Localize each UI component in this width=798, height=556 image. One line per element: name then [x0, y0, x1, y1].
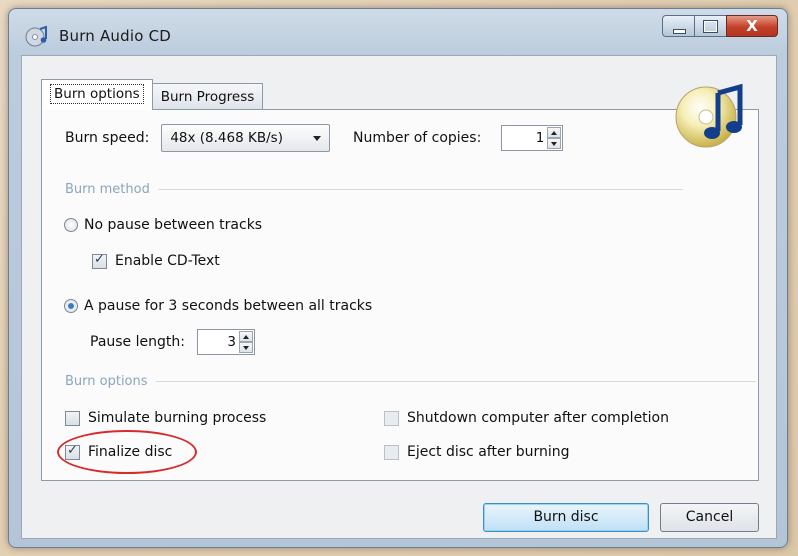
burn-disc-button[interactable]: Burn disc: [483, 503, 649, 532]
no-pause-label: No pause between tracks: [84, 217, 263, 233]
cd-app-icon: [25, 25, 47, 47]
pause-length-down-button[interactable]: [238, 342, 253, 353]
tab-burn-progress-label: Burn Progress: [160, 89, 255, 105]
pause-length-up-button[interactable]: [238, 331, 253, 342]
close-icon: X: [746, 17, 758, 35]
group-divider: [157, 189, 683, 190]
eject-label: Eject disc after burning: [407, 444, 570, 460]
pause-label: A pause for 3 seconds between all tracks: [84, 298, 373, 314]
no-pause-radio[interactable]: [64, 218, 78, 232]
maximize-icon: [704, 21, 717, 32]
copies-down-button[interactable]: [547, 138, 562, 149]
finalize-highlight-circle: [57, 430, 197, 474]
maximize-button[interactable]: [694, 15, 726, 37]
cancel-button[interactable]: Cancel: [660, 503, 759, 532]
tab-burn-options[interactable]: Burn options: [41, 79, 153, 110]
cd-text-checkbox[interactable]: [92, 252, 107, 269]
burn-speed-select[interactable]: 48x (8.468 KB/s): [161, 124, 331, 152]
no-pause-option[interactable]: No pause between tracks: [64, 217, 262, 233]
close-button[interactable]: X: [726, 15, 778, 37]
shutdown-label: Shutdown computer after completion: [407, 410, 669, 426]
tab-burn-progress[interactable]: Burn Progress: [151, 83, 264, 110]
cd-music-icon: [675, 83, 743, 148]
burn-method-group-label: Burn method: [65, 182, 150, 197]
simulate-label: Simulate burning process: [88, 410, 267, 426]
burn-options-group-label: Burn options: [65, 374, 148, 389]
pause-length-row: Pause length: 3: [90, 329, 255, 355]
pause-option[interactable]: A pause for 3 seconds between all tracks: [64, 298, 372, 314]
window-title: Burn Audio CD: [59, 27, 172, 45]
burn-speed-row: Burn speed: 48x (8.468 KB/s): [65, 124, 331, 152]
cd-text-option[interactable]: Enable CD-Text: [92, 252, 220, 269]
copies-stepper[interactable]: 1: [501, 125, 564, 151]
simulate-checkbox[interactable]: [65, 410, 80, 426]
shutdown-option[interactable]: Shutdown computer after completion: [384, 410, 669, 426]
burn-audio-cd-dialog: Burn Audio CD X Burn options Burn Progre…: [8, 8, 788, 548]
title-bar[interactable]: Burn Audio CD X: [9, 9, 787, 55]
copies-row: Number of copies: 1: [353, 125, 564, 151]
pause-length-stepper[interactable]: 3: [196, 329, 255, 355]
cd-text-label: Enable CD-Text: [115, 253, 220, 269]
burn-speed-label: Burn speed:: [65, 130, 150, 146]
group-divider: [155, 381, 756, 382]
copies-label: Number of copies:: [353, 130, 482, 146]
simulate-option[interactable]: Simulate burning process: [65, 410, 266, 426]
eject-checkbox[interactable]: [384, 444, 399, 460]
burn-speed-value: 48x (8.468 KB/s): [170, 130, 283, 146]
pause-radio[interactable]: [64, 299, 78, 313]
tab-burn-options-label: Burn options: [50, 84, 144, 104]
tab-strip: Burn options Burn Progress: [41, 79, 264, 110]
eject-option[interactable]: Eject disc after burning: [384, 444, 570, 460]
copies-value: 1: [535, 130, 545, 146]
caption-buttons: X: [662, 15, 778, 39]
minimize-icon: [673, 29, 686, 34]
copies-up-button[interactable]: [547, 127, 562, 138]
burn-method-group-title: Burn method: [65, 182, 683, 197]
pause-length-label: Pause length:: [90, 334, 185, 350]
minimize-button[interactable]: [662, 15, 694, 37]
chevron-down-icon: [313, 136, 322, 141]
shutdown-checkbox[interactable]: [384, 410, 399, 426]
pause-length-value: 3: [227, 334, 236, 350]
burn-options-page: Burn speed: 48x (8.468 KB/s) Number of c…: [41, 109, 759, 481]
burn-options-group-title: Burn options: [65, 374, 756, 389]
